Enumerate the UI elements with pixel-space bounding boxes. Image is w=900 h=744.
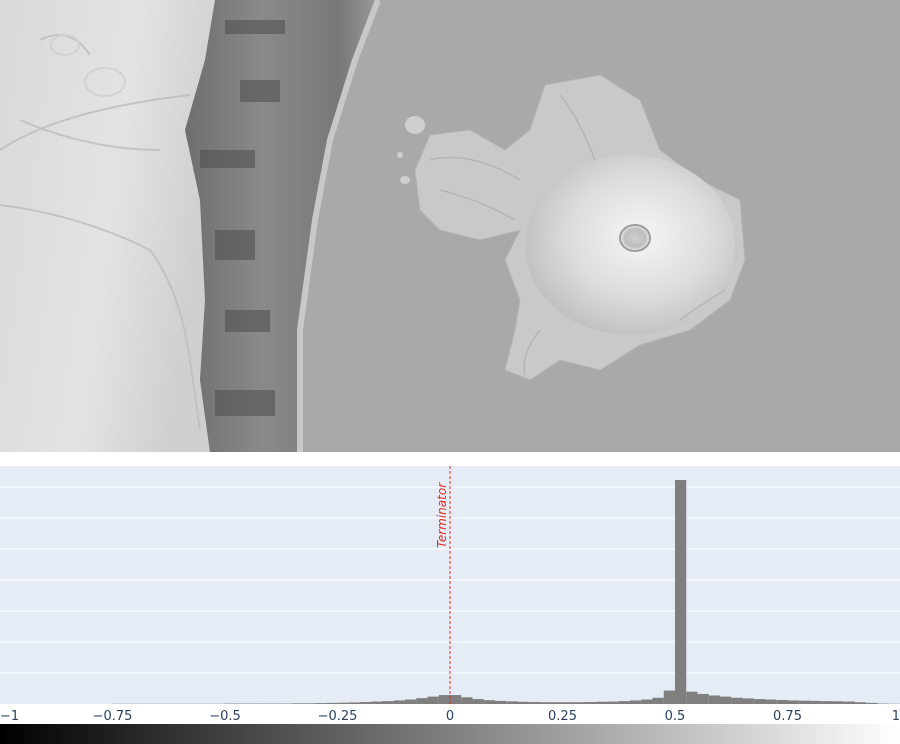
colorbar: [0, 724, 900, 744]
histogram-bar: [596, 701, 608, 704]
histogram-bar: [517, 701, 529, 704]
histogram-bar: [866, 702, 878, 704]
histogram-bar: [663, 690, 675, 704]
histogram-bar: [315, 703, 327, 704]
histogram-bar: [753, 699, 765, 704]
x-tick-label: 0.5: [665, 709, 686, 724]
histogram-bar: [607, 701, 619, 704]
x-tick-label: 0.75: [773, 709, 802, 724]
histogram-bar: [810, 700, 822, 704]
histogram-bar: [472, 699, 484, 704]
histogram-bar: [382, 701, 394, 704]
histogram-bar: [405, 699, 417, 704]
histogram-bar: [371, 701, 383, 704]
crater: [619, 224, 651, 252]
histogram-bar: [832, 701, 844, 704]
islet: [400, 176, 410, 184]
x-tick-label: −1: [0, 709, 19, 724]
histogram-bar: [798, 700, 810, 704]
hillshade-relief-map: [0, 0, 900, 452]
histogram-bar: [618, 701, 630, 704]
histogram-bar: [765, 699, 777, 704]
histogram-bar: [540, 702, 552, 704]
histogram-bar: [360, 701, 372, 704]
histogram-bar: [348, 702, 360, 704]
histogram-bar: [855, 702, 867, 704]
islet: [397, 152, 403, 158]
histogram-bar: [416, 698, 428, 704]
histogram-bar: [573, 702, 585, 704]
histogram-bar: [776, 699, 788, 704]
histogram-bar: [585, 701, 597, 704]
histogram-bar: [438, 695, 450, 704]
histogram-bar: [337, 702, 349, 704]
histogram-bar: [821, 701, 833, 704]
histogram-chart: Terminator −1 −0.75 −0.5 −0.25 0 0.25 0.5 0.75 1: [0, 466, 900, 744]
histogram-bar: [495, 700, 507, 704]
histogram-bar: [483, 700, 495, 704]
histogram-bar: [843, 701, 855, 704]
histogram-bar: [551, 702, 563, 704]
x-tick-label: −0.25: [318, 709, 358, 724]
x-tick-label: 0.25: [548, 709, 577, 724]
histogram-bar: [787, 700, 799, 704]
histogram-bar: [506, 701, 518, 704]
histogram-bar: [708, 695, 720, 704]
histogram-bar: [427, 696, 439, 704]
histogram-bar: [630, 700, 642, 704]
histogram-bar: [742, 698, 754, 704]
histogram-bar: [292, 703, 304, 704]
x-tick-label: −0.75: [93, 709, 133, 724]
histogram-bar: [528, 701, 540, 704]
histogram-bar: [326, 702, 338, 704]
histogram-bar: [461, 697, 473, 704]
terminator-label: Terminator: [435, 482, 449, 548]
histogram-bar: [720, 696, 732, 704]
islet: [405, 116, 425, 134]
x-tick-label: 1: [892, 709, 900, 724]
x-tick-label: −0.5: [209, 709, 241, 724]
histogram-bar: [697, 693, 709, 704]
histogram-bar: [450, 695, 462, 704]
histogram-bar: [686, 691, 698, 704]
histogram-bar: [731, 697, 743, 704]
histogram-bar: [393, 700, 405, 704]
histogram-bar: [303, 703, 315, 704]
x-tick-label: 0: [446, 709, 454, 724]
histogram-bar: [562, 702, 574, 704]
histogram-bar: [652, 697, 664, 704]
x-axis-ticks: −1 −0.75 −0.5 −0.25 0 0.25 0.5 0.75 1: [0, 709, 900, 724]
histogram-bar: [641, 699, 653, 704]
histogram-bar: [675, 480, 687, 704]
